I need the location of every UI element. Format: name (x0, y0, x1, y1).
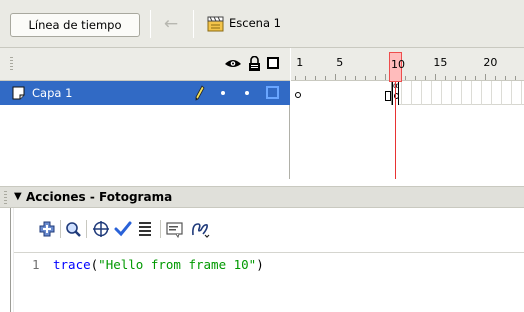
ruler-tick (295, 76, 296, 80)
visibility-dot[interactable] (221, 91, 225, 95)
frame-cell-divider (441, 81, 442, 105)
code-hint-icon[interactable] (166, 220, 184, 238)
ruler-number: 1 (296, 56, 304, 69)
frame-span[interactable] (291, 81, 392, 105)
playhead-frame-number: 10 (391, 58, 405, 71)
layer-name[interactable]: Capa 1 (32, 86, 72, 100)
empty-keyframe[interactable] (295, 92, 301, 98)
ruler-tick (425, 76, 426, 80)
frame-cell-divider (451, 81, 452, 105)
layer-list: Capa 1 (0, 81, 290, 179)
layer-icon (12, 86, 25, 100)
ruler-tick (455, 76, 456, 80)
toolbar-separator (193, 10, 194, 38)
ruler-tick (515, 76, 516, 80)
frames-area[interactable]: α (291, 81, 524, 179)
playhead-line (395, 82, 396, 179)
actions-toolbar (14, 208, 524, 252)
code-line[interactable]: trace("Hello from frame 10") (53, 257, 264, 272)
back-arrow-icon[interactable]: ← (160, 14, 182, 34)
ruler-tick (435, 74, 436, 80)
ruler-tick (495, 76, 496, 80)
ruler-tick (325, 76, 326, 80)
toolbar-separator (86, 220, 87, 238)
frame-cell-divider (401, 81, 402, 105)
check-syntax-icon[interactable] (114, 220, 132, 238)
panel-grip[interactable] (10, 57, 13, 71)
frame-cell-divider (461, 81, 462, 105)
ruler-number: 15 (433, 56, 448, 69)
auto-format-icon[interactable] (136, 220, 154, 238)
ruler-tick (375, 76, 376, 80)
ruler-tick (475, 76, 476, 80)
timeline-toolbar: Línea de tiempo ← Escena 1 (0, 0, 524, 48)
frame-cell-divider (471, 81, 472, 105)
find-icon[interactable] (64, 220, 82, 238)
toolbar-separator (60, 220, 61, 238)
ruler-tick (355, 76, 356, 80)
ruler-tick (485, 74, 486, 80)
timeline-layer-header (0, 48, 290, 81)
frame-cell-divider (511, 81, 512, 105)
ruler-number: 20 (483, 56, 498, 69)
frame-row[interactable]: α (291, 81, 524, 105)
ruler-tick (335, 74, 336, 80)
ruler-tick (415, 76, 416, 80)
frame-cell-divider (491, 81, 492, 105)
scene-icon (207, 16, 224, 32)
toolbar-separator (160, 220, 161, 238)
frame-cell-divider (481, 81, 482, 105)
actions-panel-title: Acciones - Fotograma (26, 190, 173, 204)
ruler-tick (505, 76, 506, 80)
layer-row[interactable]: Capa 1 (0, 81, 290, 105)
actions-panel: 1 trace("Hello from frame 10") (0, 208, 524, 312)
lock-icon[interactable] (248, 56, 261, 72)
code-keyword: trace (53, 257, 91, 272)
eye-icon[interactable] (224, 58, 242, 69)
frame-cell-divider (411, 81, 412, 105)
frame-ruler[interactable]: 1 5 15 20 (291, 48, 524, 81)
debug-options-icon[interactable] (190, 220, 212, 238)
ruler-tick (445, 76, 446, 80)
line-number: 1 (32, 257, 40, 272)
outline-icon[interactable] (267, 57, 279, 69)
ruler-tick (345, 76, 346, 80)
collapse-triangle-icon[interactable]: ▼ (14, 191, 22, 202)
frame-cell-divider (521, 81, 522, 105)
outline-color-box[interactable] (266, 86, 279, 99)
add-icon[interactable] (38, 220, 56, 238)
frame-cell-divider (431, 81, 432, 105)
ruler-number: 5 (336, 56, 344, 69)
pencil-icon (195, 85, 205, 101)
ruler-tick (315, 76, 316, 80)
lock-dot[interactable] (245, 91, 249, 95)
frame-cell-divider (501, 81, 502, 105)
ruler-tick (465, 76, 466, 80)
frame-cell-divider (421, 81, 422, 105)
toolbar-separator (150, 10, 151, 38)
timeline-toggle-button[interactable]: Línea de tiempo (10, 13, 140, 37)
span-end-marker (385, 91, 391, 101)
target-icon[interactable] (92, 220, 110, 238)
code-paren-close: ) (256, 257, 264, 272)
panel-left-border (10, 208, 11, 312)
code-string: "Hello from frame 10" (98, 257, 257, 272)
ruler-tick (385, 74, 386, 80)
ruler-tick (405, 76, 406, 80)
ruler-tick (305, 76, 306, 80)
script-editor[interactable]: 1 trace("Hello from frame 10") (14, 252, 524, 312)
ruler-tick (365, 76, 366, 80)
panel-grip[interactable] (4, 191, 7, 204)
scene-label[interactable]: Escena 1 (229, 16, 281, 30)
actions-panel-header[interactable]: ▼ Acciones - Fotograma (0, 186, 524, 208)
